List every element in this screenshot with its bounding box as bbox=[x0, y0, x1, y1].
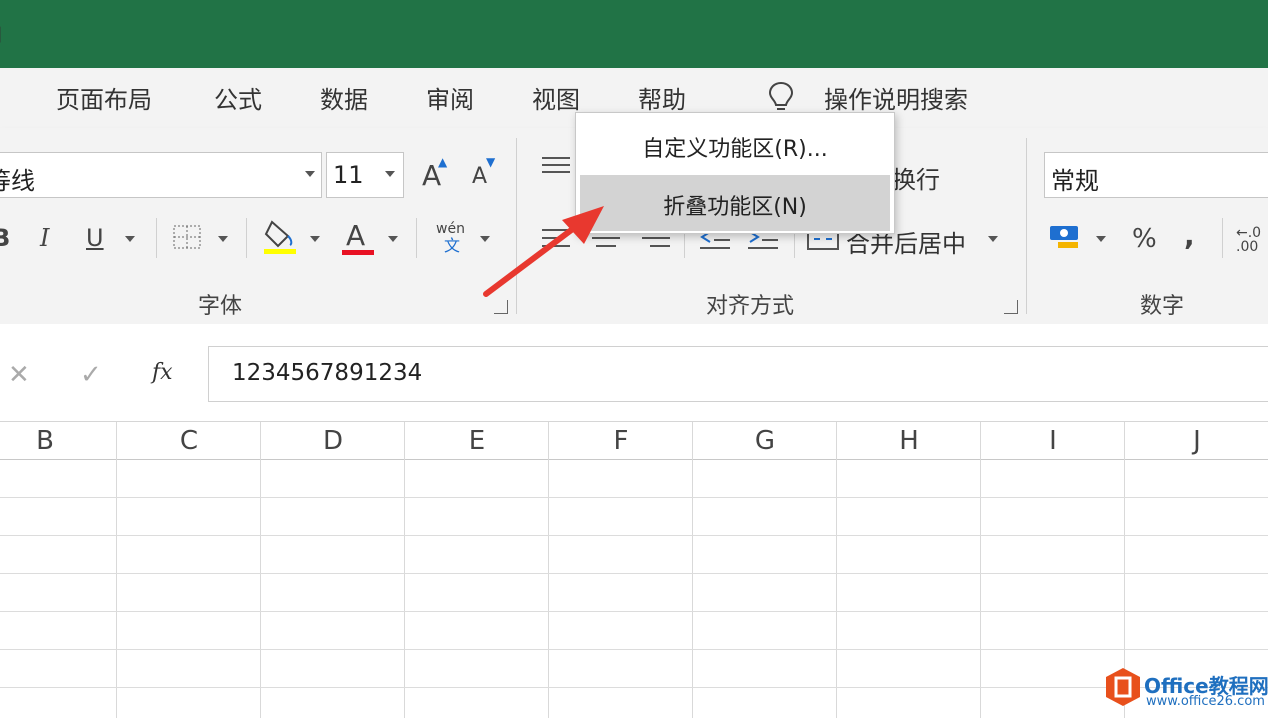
column-header-b[interactable]: B bbox=[30, 426, 60, 456]
menu-item-collapse-ribbon[interactable]: 折叠功能区(N) bbox=[580, 175, 890, 231]
office-logo-icon bbox=[1106, 668, 1140, 706]
grid-line bbox=[692, 422, 693, 718]
divider bbox=[1222, 218, 1223, 258]
column-header-d[interactable]: D bbox=[318, 426, 348, 456]
accounting-format-icon[interactable] bbox=[1048, 222, 1084, 252]
percent-button[interactable]: % bbox=[1132, 226, 1157, 252]
group-separator bbox=[1026, 138, 1027, 314]
grid-line bbox=[0, 497, 1268, 498]
dialog-launcher-icon[interactable] bbox=[494, 300, 508, 314]
column-header-h[interactable]: H bbox=[894, 426, 924, 456]
column-header-i[interactable]: I bbox=[1038, 426, 1068, 456]
grid-line bbox=[0, 535, 1268, 536]
font-color-swatch bbox=[342, 250, 374, 255]
chevron-down-icon[interactable] bbox=[305, 171, 315, 177]
divider bbox=[416, 218, 417, 258]
menu-item-customize-ribbon[interactable]: 自定义功能区(R)... bbox=[580, 117, 890, 173]
font-name-value: 等线 bbox=[0, 167, 35, 195]
column-header-g[interactable]: G bbox=[750, 426, 780, 456]
dialog-launcher-icon[interactable] bbox=[1004, 300, 1018, 314]
align-top-icon[interactable] bbox=[540, 154, 572, 176]
grid-line bbox=[116, 422, 117, 718]
tab-view[interactable]: 视图 bbox=[532, 80, 580, 115]
chevron-down-icon[interactable] bbox=[988, 236, 998, 242]
grid-line bbox=[836, 422, 837, 718]
chevron-down-icon[interactable] bbox=[388, 236, 398, 242]
underline-button[interactable]: U bbox=[86, 226, 104, 250]
tab-data[interactable]: 数据 bbox=[320, 80, 368, 115]
phonetic-sub-icon: 文 bbox=[444, 236, 461, 255]
tab-cut-fragment[interactable]: 」 bbox=[0, 12, 16, 47]
grid-line bbox=[980, 422, 981, 718]
watermark-url: www.office26.com bbox=[1146, 694, 1265, 709]
tab-page-layout[interactable]: 页面布局 bbox=[56, 80, 152, 115]
bold-button[interactable]: B bbox=[0, 226, 10, 250]
insert-function-icon[interactable]: fx bbox=[152, 362, 173, 384]
grid-line bbox=[0, 611, 1268, 612]
divider bbox=[246, 218, 247, 258]
tab-help[interactable]: 帮助 bbox=[638, 80, 686, 115]
grid-line bbox=[0, 649, 1268, 650]
chevron-down-icon[interactable] bbox=[125, 236, 135, 242]
chevron-down-icon[interactable] bbox=[1096, 236, 1106, 242]
grid-line bbox=[404, 422, 405, 718]
ribbon-context-menu: 自定义功能区(R)... 折叠功能区(N) bbox=[575, 112, 895, 234]
lightbulb-icon[interactable] bbox=[766, 80, 796, 114]
grid-line bbox=[0, 687, 1268, 688]
comma-style-button[interactable]: , bbox=[1184, 222, 1195, 250]
tell-me-search[interactable]: 操作说明搜索 bbox=[824, 80, 968, 115]
chevron-down-icon[interactable] bbox=[385, 171, 395, 177]
title-bar bbox=[0, 0, 1268, 68]
shrink-arrow-icon: ▼ bbox=[486, 155, 496, 169]
font-color-button[interactable]: A bbox=[346, 222, 365, 250]
font-name-combo[interactable]: 等线 bbox=[0, 152, 322, 198]
font-group-label: 字体 bbox=[198, 294, 243, 319]
fill-color-icon[interactable] bbox=[262, 218, 298, 256]
grid-line bbox=[548, 422, 549, 718]
cancel-icon[interactable]: ✕ bbox=[8, 362, 30, 388]
wrap-text-button[interactable]: 换行 bbox=[892, 160, 940, 195]
number-group-label: 数字 bbox=[1140, 294, 1185, 319]
column-header-j[interactable]: J bbox=[1182, 426, 1212, 456]
column-header-f[interactable]: F bbox=[606, 426, 636, 456]
chevron-down-icon[interactable] bbox=[218, 236, 228, 242]
grid-line bbox=[260, 422, 261, 718]
increase-decimal-button[interactable]: ←.0 .00 bbox=[1236, 226, 1261, 254]
font-size-combo[interactable]: 11 bbox=[326, 152, 404, 198]
font-size-value: 11 bbox=[333, 161, 364, 189]
shrink-font-button[interactable]: A bbox=[472, 166, 487, 188]
enter-icon[interactable]: ✓ bbox=[80, 362, 102, 388]
number-format-value: 常规 bbox=[1051, 167, 1099, 195]
tab-formulas[interactable]: 公式 bbox=[214, 80, 262, 115]
number-format-combo[interactable]: 常规 bbox=[1044, 152, 1268, 198]
column-header-c[interactable]: C bbox=[174, 426, 204, 456]
chevron-down-icon[interactable] bbox=[310, 236, 320, 242]
tab-review[interactable]: 审阅 bbox=[426, 80, 474, 115]
grow-arrow-icon: ▲ bbox=[438, 155, 448, 169]
column-header-e[interactable]: E bbox=[462, 426, 492, 456]
italic-button[interactable]: I bbox=[40, 226, 49, 250]
alignment-group-label: 对齐方式 bbox=[706, 294, 795, 319]
annotation-arrow-icon bbox=[483, 206, 604, 297]
phonetic-button[interactable]: wén bbox=[436, 222, 465, 236]
divider bbox=[156, 218, 157, 258]
borders-icon[interactable] bbox=[172, 224, 202, 250]
grid-line bbox=[0, 573, 1268, 574]
formula-value: 1234567891234 bbox=[232, 360, 423, 386]
